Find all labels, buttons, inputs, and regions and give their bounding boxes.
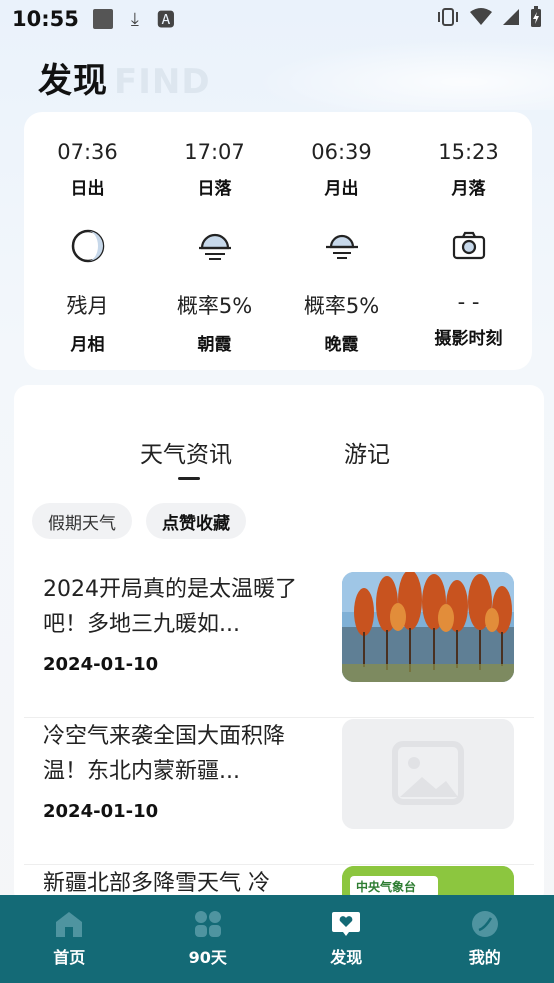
download-icon: ⤓ [130,8,139,30]
sun-moon-card: 07:36 日出 17:07 日落 06:39 月出 15:23 月落 残月 月… [24,112,532,370]
signal-icon [502,8,520,31]
news-tabs: 天气资讯 游记 [14,435,544,475]
news-item-title: 冷空气来袭全国大面积降温！东北内蒙新疆... [43,724,286,784]
cma-logo-text: 中央气象台 [356,880,417,894]
nav-discover-label: 发现 [330,948,363,967]
nav-home-label: 首页 [53,948,86,967]
home-icon [56,912,83,937]
nav-home[interactable]: 首页 [0,895,139,983]
moon-phase-icon [71,229,104,263]
moon-phase-label: 月相 [70,335,105,355]
profile-icon [471,911,498,937]
image-placeholder [342,719,514,829]
nav-discover[interactable]: 发现 [277,895,416,983]
news-item[interactable]: 2024开局真的是太温暖了吧！多地三九暖如... 2024-01-10 [24,572,534,718]
chip-likes-favorites[interactable]: 点赞收藏 [146,503,246,539]
sunrise-label: 日出 [70,179,105,199]
news-item-title: 2024开局真的是太温暖了吧！多地三九暖如... [43,577,297,637]
sunrise-icon [198,233,231,260]
morning-glow-cell: 概率5% 朝霞 [151,290,278,355]
sun-moon-times-row: 07:36 日出 17:07 日落 06:39 月出 15:23 月落 [24,140,532,199]
app-notification-icon [92,9,113,29]
conditions-row: 残月 月相 概率5% 朝霞 概率5% 晚霞 - - 摄影时刻 [24,290,532,355]
page-subtitle: FIND [114,62,211,102]
chip-holiday-weather[interactable]: 假期天气 [32,503,132,539]
background-cloud [254,40,554,110]
morning-glow-value: 概率5% [176,294,253,318]
status-bar: 10:55 ⤓ 🅰 [0,0,554,38]
morning-glow-label: 朝霞 [197,335,232,355]
tab-travel-notes[interactable]: 游记 [344,435,390,469]
photo-time-label: 摄影时刻 [434,329,503,349]
news-item-date: 2024-01-10 [43,654,159,675]
nav-profile[interactable]: 我的 [416,895,554,983]
battery-icon [530,5,542,33]
tab-weather-news[interactable]: 天气资讯 [140,435,232,469]
news-item-date: 2024-01-10 [43,801,159,822]
tab-indicator [178,477,200,480]
moonrise-cell: 06:39 月出 [278,140,405,199]
sunrise-time: 07:36 [57,140,118,164]
sunset-cell: 17:07 日落 [151,140,278,199]
vibrate-icon [436,7,460,32]
evening-glow-value: 概率5% [303,294,380,318]
nav-90days[interactable]: 90天 [139,895,278,983]
status-icons [436,5,542,33]
photo-time-cell: - - 摄影时刻 [405,290,532,355]
font-icon: 🅰 [156,10,175,31]
nav-90days-label: 90天 [188,948,227,967]
moonrise-label: 月出 [324,179,359,199]
sunset-time: 17:07 [184,140,245,164]
moonset-time: 15:23 [438,140,499,164]
bottom-nav: 首页 90天 发现 我的 [0,895,554,983]
moonrise-time: 06:39 [311,140,372,164]
page-title: 发现 [38,61,108,101]
sunrise-cell: 07:36 日出 [24,140,151,199]
moon-phase-cell: 残月 月相 [24,290,151,355]
photo-time-value: - - [457,290,480,314]
wifi-icon [470,7,492,31]
condition-icons-row [24,228,532,264]
moonset-cell: 15:23 月落 [405,140,532,199]
moonset-label: 月落 [451,179,486,199]
news-item[interactable]: 冷空气来袭全国大面积降温！东北内蒙新疆... 2024-01-10 [24,719,534,865]
evening-glow-cell: 概率5% 晚霞 [278,290,405,355]
page-header: 发现 FIND [38,52,211,102]
sunset-label: 日落 [197,179,232,199]
evening-glow-label: 晚霞 [324,335,359,355]
nav-profile-label: 我的 [468,948,501,967]
grid-icon [194,911,221,937]
discover-icon [332,912,361,936]
news-card: 天气资讯 游记 假期天气 点赞收藏 2024开局真的是太温暖了吧！多地三九暖如.… [14,385,544,905]
camera-icon [452,231,485,260]
moon-phase-value: 残月 [66,294,109,318]
status-time: 10:55 [12,7,79,31]
news-item-thumbnail [342,572,514,682]
news-chips: 假期天气 点赞收藏 [32,503,246,539]
sunset-icon [325,234,358,259]
